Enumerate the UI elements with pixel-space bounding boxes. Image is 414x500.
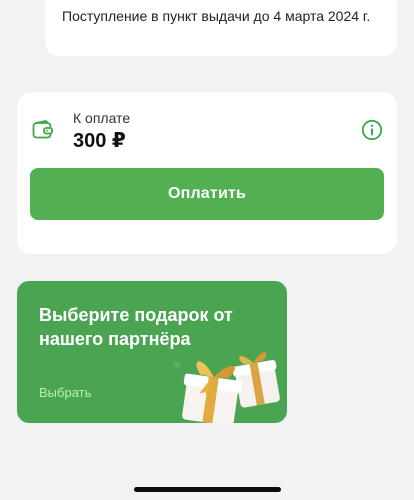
partner-gift-banner[interactable]: Выберите подарок от нашего партнёра Выбр… <box>17 281 287 423</box>
pay-button[interactable]: Оплатить <box>30 168 384 220</box>
gift-boxes-icon <box>174 352 280 423</box>
promo-title: Выберите подарок от нашего партнёра <box>39 305 233 349</box>
screen: Поступление в пункт выдачи до 4 марта 20… <box>0 0 414 500</box>
delivery-info-card: Поступление в пункт выдачи до 4 марта 20… <box>45 0 397 56</box>
info-icon[interactable] <box>361 119 383 141</box>
amount-label: К оплате <box>73 110 131 126</box>
wallet-icon <box>32 120 53 139</box>
payment-card: К оплате 300 ₽ Оплатить <box>17 92 397 254</box>
amount-value: 300 ₽ <box>73 130 126 152</box>
home-indicator[interactable] <box>134 487 281 492</box>
promo-choose-link[interactable]: Выбрать <box>39 385 91 400</box>
delivery-date-text: Поступление в пункт выдачи до 4 марта 20… <box>62 8 371 24</box>
